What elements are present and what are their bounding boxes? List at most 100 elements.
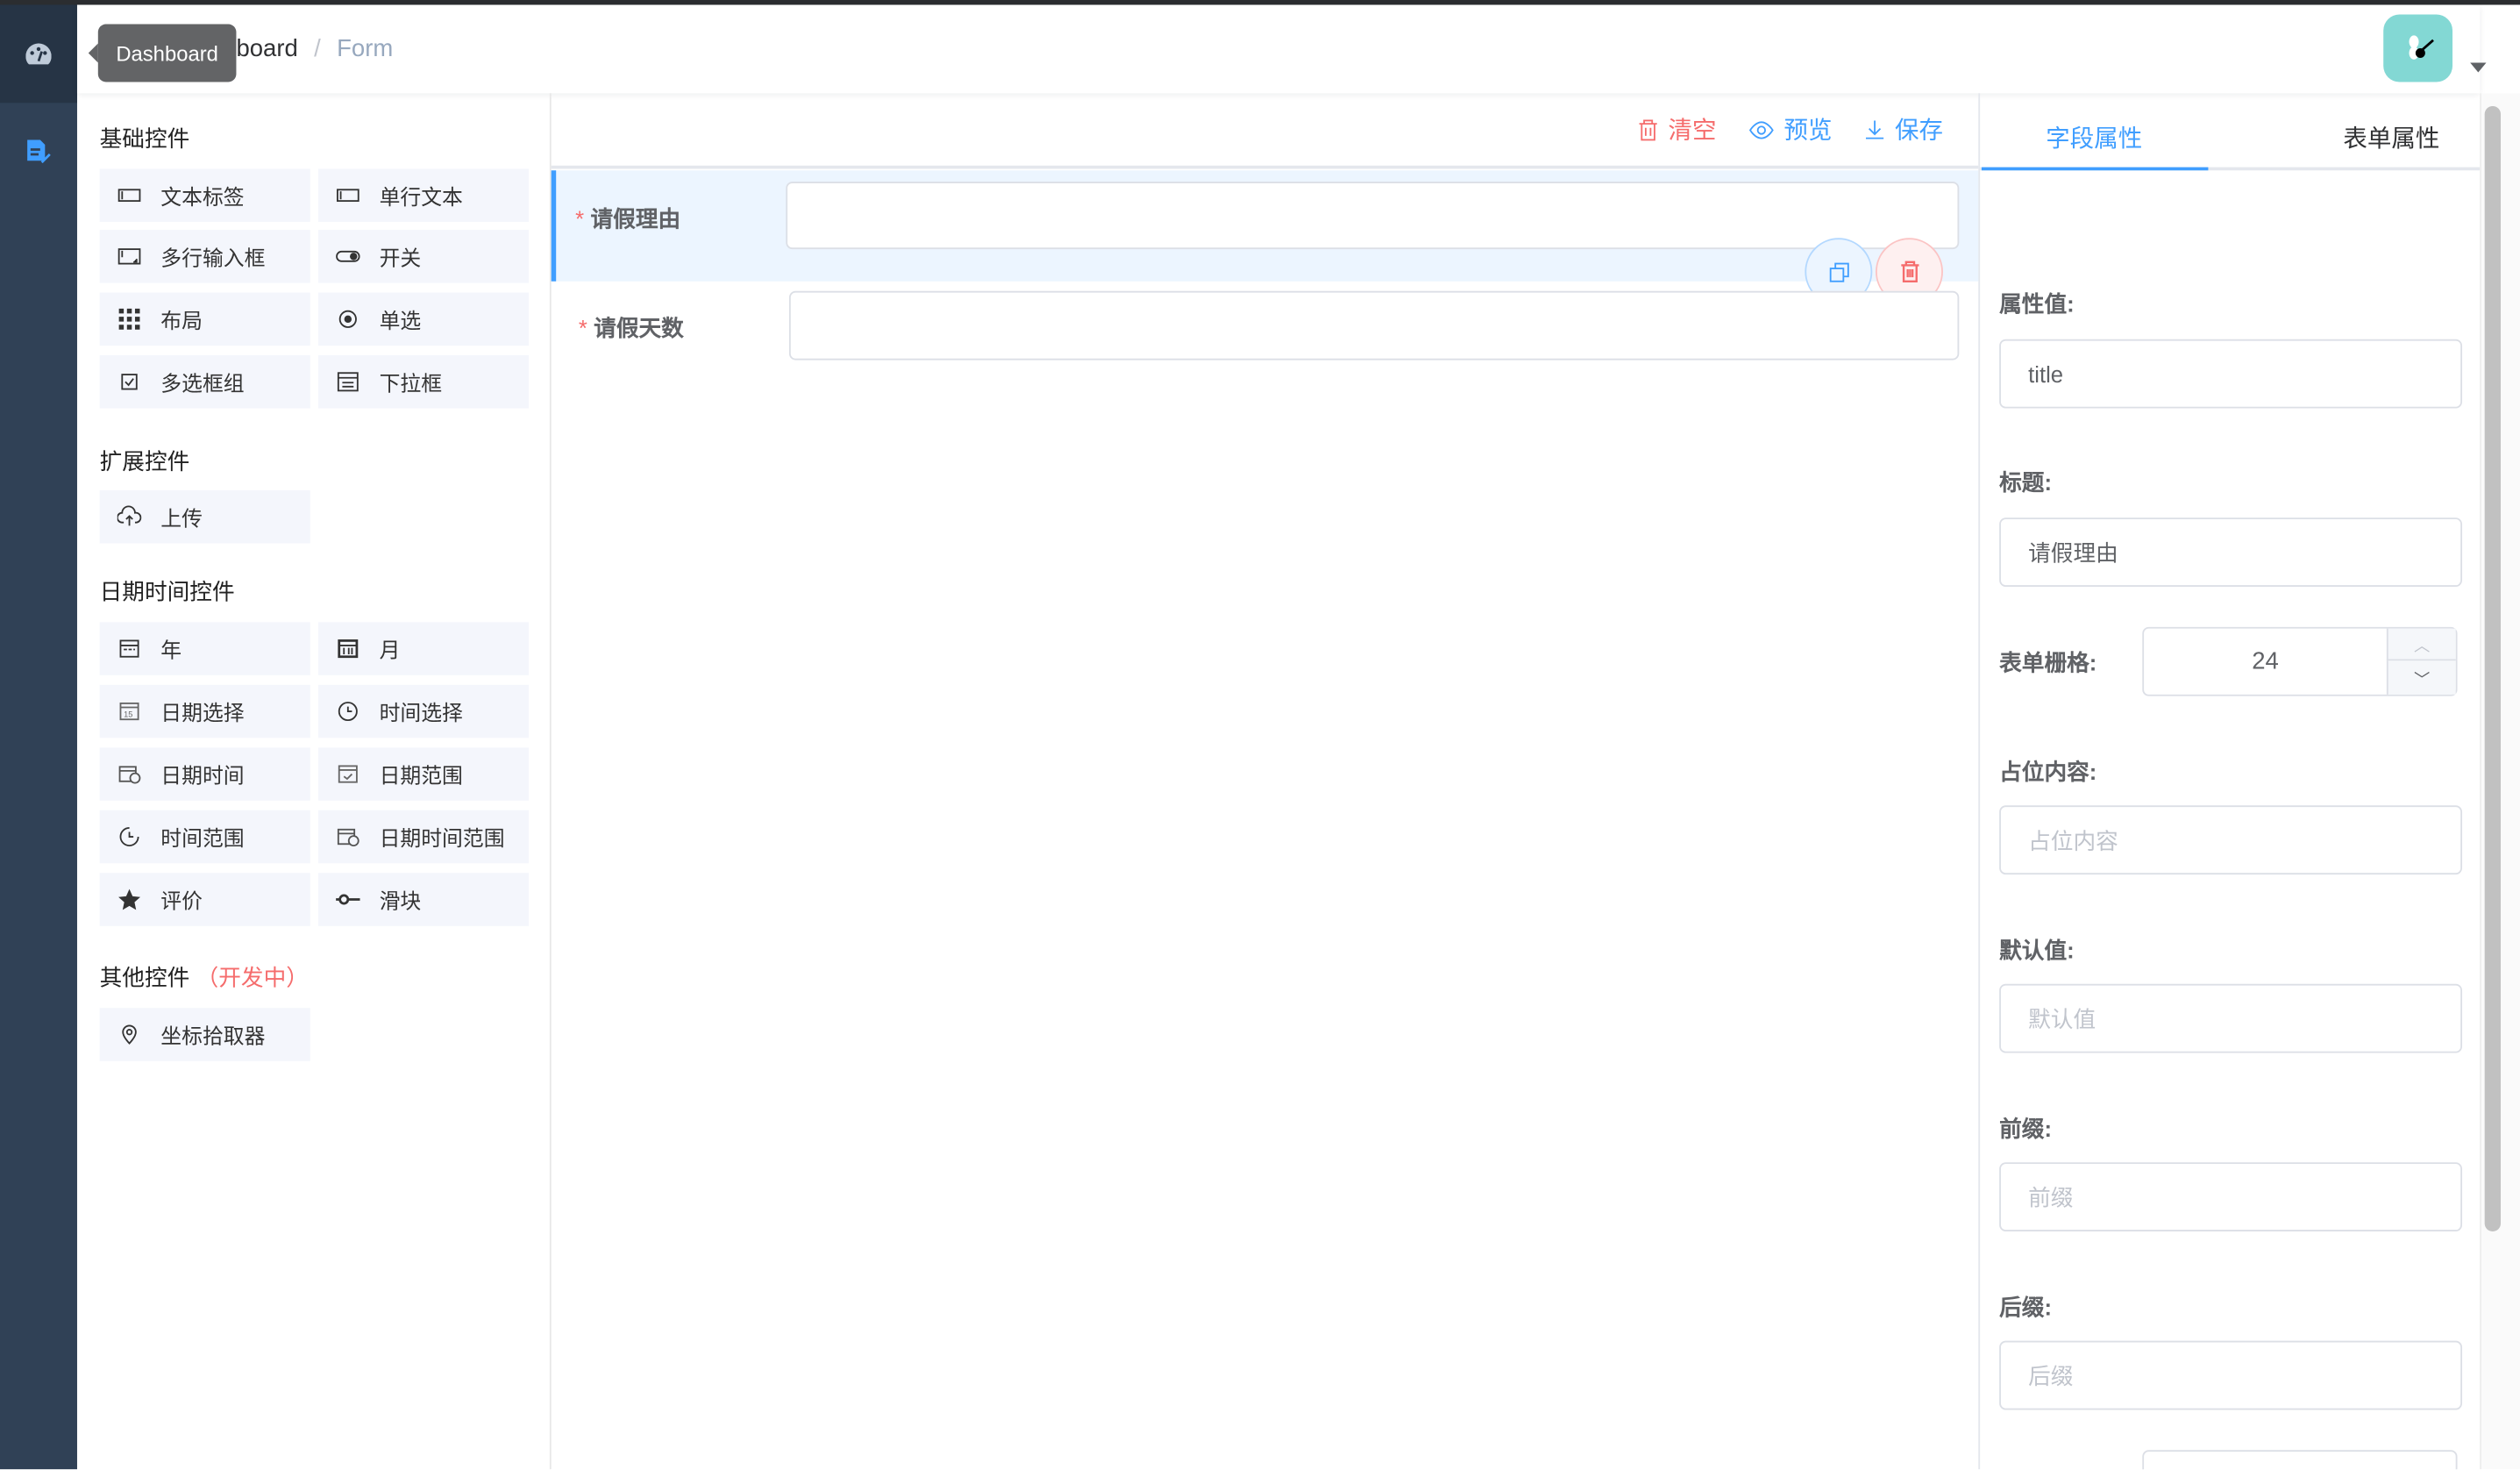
upload-icon <box>117 505 142 526</box>
component-label: 日期选择 <box>160 701 245 725</box>
input-placeholder: 后缀 <box>2028 1362 2074 1388</box>
date-range-icon <box>338 765 358 783</box>
dashboard-icon <box>25 42 52 64</box>
component-label: 坐标拾取器 <box>160 1024 266 1049</box>
prop-suffix-input[interactable]: 后缀 <box>1999 1340 2463 1410</box>
section-title: 日期时间控件 <box>99 578 235 605</box>
component-label: 日期范围 <box>379 763 463 789</box>
component-datetime-range[interactable]: 日期时间范围 <box>317 810 530 864</box>
time-range-icon <box>119 827 139 847</box>
component-upload[interactable]: 上传 <box>99 490 310 544</box>
component-label: 上传 <box>160 506 203 531</box>
leave-reason-input[interactable] <box>786 182 1960 250</box>
field-label: * 请假天数 <box>578 315 684 341</box>
preview-button[interactable]: 预览 <box>1748 112 1832 146</box>
location-icon <box>122 1024 137 1045</box>
section-title: 基础控件 <box>99 125 190 152</box>
breadcrumb-separator: / <box>314 35 321 63</box>
decrement-button[interactable]: ﹀ <box>2386 660 2456 695</box>
prop-placeholder-input[interactable]: 占位内容 <box>1999 805 2463 875</box>
tooltip: Dashboard <box>88 24 237 82</box>
component-month[interactable]: 月 <box>317 622 530 675</box>
input-value: title <box>2028 360 2064 387</box>
component-datetime[interactable]: 日期时间 <box>99 747 310 801</box>
textarea-icon <box>117 248 141 265</box>
prop-field-name-input[interactable]: title <box>1999 339 2463 409</box>
component-label: 下拉框 <box>379 371 443 396</box>
component-label: 日期时间 <box>160 763 245 789</box>
prop-label: 表单栅格: <box>1999 649 2097 675</box>
properties-panel: 字段属性 表单属性 属性值: title 标题: 请假理由 表单栅格: 24 ︿… <box>1978 93 2482 1470</box>
increment-button[interactable]: ︿ <box>2386 628 2456 661</box>
input-placeholder: 前缀 <box>2028 1183 2074 1210</box>
component-label: 月 <box>379 638 401 663</box>
prop-label: 后缀: <box>1999 1294 2053 1320</box>
trash-icon <box>1639 118 1657 140</box>
prop-default-input[interactable]: 默认值 <box>1999 983 2463 1053</box>
clock-icon <box>338 702 358 722</box>
eye-icon <box>1748 120 1774 139</box>
prop-prefix-input[interactable]: 前缀 <box>1999 1162 2463 1232</box>
caret-down-icon[interactable] <box>2470 62 2487 73</box>
clear-button[interactable]: 清空 <box>1638 112 1717 146</box>
sidebar-item-dashboard[interactable] <box>0 4 77 103</box>
chevron-down-icon: ﹀ <box>2414 672 2431 690</box>
component-date[interactable]: 15 日期选择 <box>99 684 310 739</box>
span-number-stepper[interactable]: 24 ︿ ﹀ <box>2142 626 2458 696</box>
clear-label: 清空 <box>1668 117 1717 145</box>
component-textarea[interactable]: 多行输入框 <box>99 230 310 283</box>
section-title: 其他控件 （开发中） <box>100 961 309 994</box>
component-label: 时间选择 <box>379 701 463 725</box>
datetime-range-icon <box>337 828 359 847</box>
component-label: 文本标签 <box>160 184 245 210</box>
component-location-picker[interactable]: 坐标拾取器 <box>99 1008 310 1061</box>
save-label: 保存 <box>1894 117 1943 145</box>
sidebar <box>0 4 77 1470</box>
component-checkbox[interactable]: 多选框组 <box>99 355 310 409</box>
prop-title-input[interactable]: 请假理由 <box>1999 517 2463 588</box>
component-date-range[interactable]: 日期范围 <box>317 747 530 801</box>
active-tab-indicator <box>1981 167 2209 171</box>
avatar[interactable] <box>2383 14 2453 82</box>
scrollbar-thumb[interactable] <box>2484 105 2502 1232</box>
chevron-up-icon: ︿ <box>2414 638 2431 656</box>
component-switch[interactable]: 开关 <box>317 230 530 283</box>
calendar-icon <box>338 639 359 659</box>
avatar-rabbit-icon <box>2408 35 2434 60</box>
component-label: 单行文本 <box>379 184 463 210</box>
component-time[interactable]: 时间选择 <box>317 684 530 739</box>
partial-number-input[interactable] <box>2142 1450 2458 1470</box>
form-edit-icon <box>27 139 51 164</box>
component-input[interactable]: 单行文本 <box>317 168 530 222</box>
datetime-icon <box>118 766 141 784</box>
trash-icon <box>1900 260 1918 282</box>
preview-label: 预览 <box>1783 117 1833 145</box>
component-label: 评价 <box>160 888 203 914</box>
form-canvas: 清空 预览 保存 * 请假理由 * 请假天数 <box>551 93 1979 1469</box>
tab-form-properties[interactable]: 表单属性 <box>2343 120 2439 153</box>
component-layout[interactable]: 布局 <box>99 292 310 346</box>
component-time-range[interactable]: 时间范围 <box>99 810 310 864</box>
svg-text:15: 15 <box>124 710 132 718</box>
component-label: 开关 <box>379 246 422 270</box>
prop-label: 占位内容: <box>1999 759 2097 785</box>
canvas-toolbar: 清空 预览 保存 <box>551 93 1979 169</box>
field-label: * 请假理由 <box>575 205 681 232</box>
component-label: 时间范围 <box>160 826 245 851</box>
breadcrumb-form: Form <box>337 35 394 63</box>
leave-days-input[interactable] <box>788 290 1960 360</box>
input-value: 请假理由 <box>2028 539 2118 566</box>
component-year[interactable]: 年 <box>99 622 310 675</box>
grid-icon <box>118 308 140 330</box>
component-rate[interactable]: 评价 <box>99 873 310 926</box>
component-palette: 基础控件 文本标签 单行文本 多行输入框 开关 布局 单选 多选框组 下拉框 扩… <box>77 93 552 1470</box>
sidebar-item-form[interactable] <box>0 103 77 199</box>
save-button[interactable]: 保存 <box>1864 112 1943 146</box>
component-slider[interactable]: 滑块 <box>317 873 530 926</box>
component-select[interactable]: 下拉框 <box>317 355 530 409</box>
component-text-label[interactable]: 文本标签 <box>99 168 310 222</box>
download-icon <box>1865 120 1884 139</box>
component-radio[interactable]: 单选 <box>317 292 530 346</box>
switch-icon <box>336 250 360 262</box>
tab-field-properties[interactable]: 字段属性 <box>2046 120 2142 153</box>
